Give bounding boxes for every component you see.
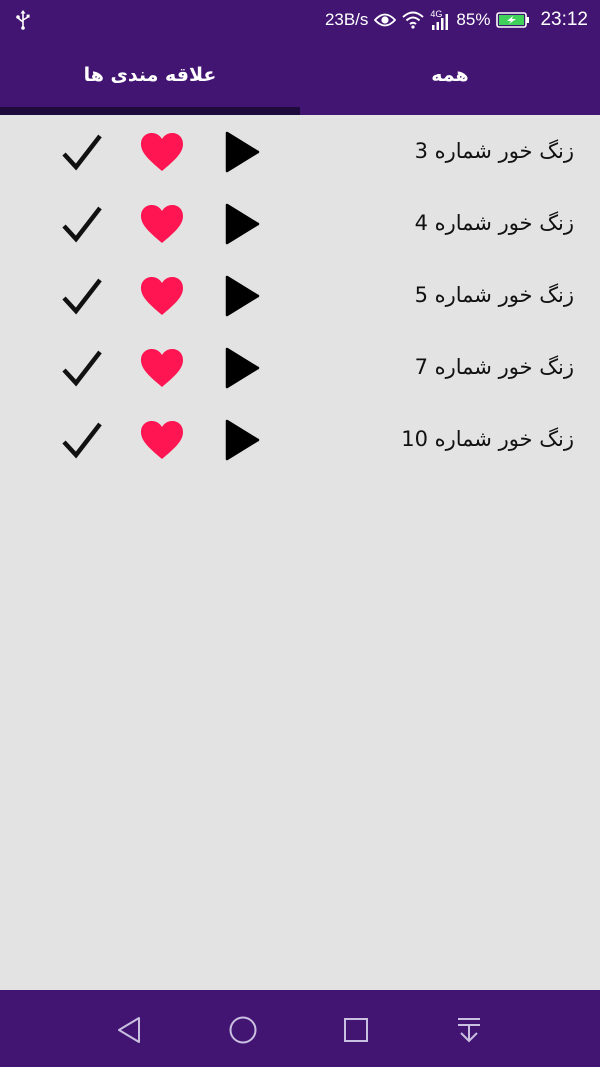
cellular-signal: 4G [430,9,450,31]
tab-favorites-label: علاقه مندی ها [83,63,217,86]
status-bar: 23B/s 4G 85% 23:12 [0,0,600,40]
play-icon [225,203,260,245]
tab-bar: علاقه مندی ها همه [0,40,600,115]
play-icon [225,131,260,173]
ringtone-label: زنگ خور شماره 10 [401,427,574,451]
play-icon [225,419,260,461]
heart-icon [141,133,183,171]
heart-icon [141,349,183,387]
ringtone-label: زنگ خور شماره 5 [414,283,574,307]
checkmark-icon [62,278,102,315]
play-button[interactable] [218,273,264,319]
tab-all-label: همه [431,63,469,86]
favorite-button[interactable] [139,129,185,175]
clock: 23:12 [540,9,588,30]
status-indicators: 23B/s 4G 85% 23:12 [325,0,588,40]
play-button[interactable] [218,345,264,391]
network-type: 4G [430,9,443,19]
list-item: زنگ خور شماره 3 [0,115,600,187]
heart-icon [141,277,183,315]
play-icon [225,347,260,389]
play-icon [225,275,260,317]
usb-icon [16,10,30,30]
battery-charging-icon [496,12,530,28]
tab-favorites[interactable]: علاقه مندی ها [0,40,300,115]
wifi-icon [402,11,425,29]
eye-icon [374,13,397,27]
tab-all[interactable]: همه [300,40,600,115]
checkmark-icon [62,206,102,243]
tab-indicator [0,107,300,115]
recents-square-icon [344,1018,368,1042]
checkmark-icon [62,134,102,171]
home-button[interactable] [223,1010,263,1050]
heart-icon [141,205,183,243]
back-triangle-icon [118,1017,140,1043]
select-button[interactable] [59,201,105,247]
ringtone-list: زنگ خور شماره 3 زنگ خور شماره 4 زنگ خور … [0,115,600,475]
heart-icon [141,421,183,459]
checkmark-icon [62,350,102,387]
battery-percent: 85% [456,10,491,29]
favorite-button[interactable] [139,345,185,391]
home-circle-icon [229,1016,257,1044]
play-button[interactable] [218,201,264,247]
select-button[interactable] [59,345,105,391]
checkmark-icon [62,422,102,459]
select-button[interactable] [59,417,105,463]
list-item: زنگ خور شماره 10 [0,403,600,475]
select-button[interactable] [59,273,105,319]
ringtone-label: زنگ خور شماره 7 [414,355,574,379]
list-item: زنگ خور شماره 7 [0,331,600,403]
back-button[interactable] [109,1010,149,1050]
network-speed: 23B/s [324,10,369,29]
list-item: زنگ خور شماره 5 [0,259,600,331]
notifications-pull-button[interactable] [449,1010,489,1050]
favorite-button[interactable] [139,417,185,463]
play-button[interactable] [218,417,264,463]
navigation-bar [0,990,600,1067]
recents-button[interactable] [336,1010,376,1050]
ringtone-label: زنگ خور شماره 3 [414,139,574,163]
pull-down-icon [458,1018,480,1043]
favorite-button[interactable] [139,201,185,247]
select-button[interactable] [59,129,105,175]
play-button[interactable] [218,129,264,175]
ringtone-label: زنگ خور شماره 4 [414,211,574,235]
list-item: زنگ خور شماره 4 [0,187,600,259]
favorite-button[interactable] [139,273,185,319]
